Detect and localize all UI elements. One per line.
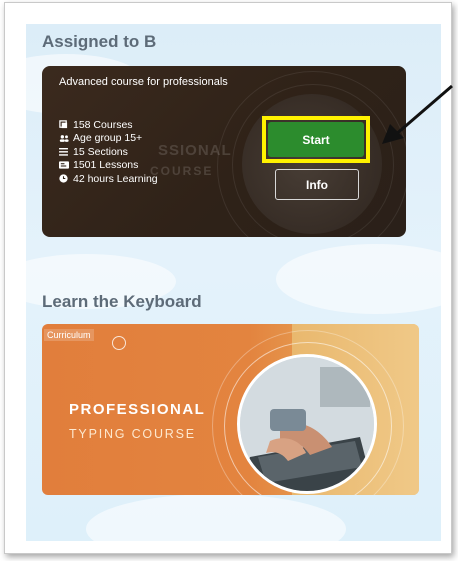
background-subtitle-text: COURSE <box>150 164 214 178</box>
courses-icon <box>59 120 73 129</box>
stat-courses: 158 Courses <box>59 118 158 132</box>
stat-hours: 42 hours Learning <box>59 172 158 186</box>
stat-age-group: Age group 15+ <box>59 132 158 146</box>
stat-label: 15 Sections <box>73 145 128 158</box>
course-title: PROFESSIONAL <box>69 401 206 418</box>
age-group-icon <box>59 134 73 143</box>
stat-sections: 15 Sections <box>59 145 158 159</box>
stat-label: 1501 Lessons <box>73 159 139 172</box>
content-panel: Assigned to B SSIONAL COURSE Advanced co… <box>26 24 441 541</box>
section-heading-keyboard: Learn the Keyboard <box>42 292 202 311</box>
course-subtitle: TYPING COURSE <box>69 427 196 441</box>
stat-lessons: 1501 Lessons <box>59 159 158 173</box>
section-heading-assigned: Assigned to B <box>42 32 157 51</box>
stat-label: 158 Courses <box>73 118 133 131</box>
curriculum-tag: Curriculum <box>44 329 94 341</box>
typing-course-card[interactable]: Curriculum PROFESSIONAL TYPING COURSE <box>42 324 419 495</box>
advanced-course-card[interactable]: SSIONAL COURSE Advanced course for profe… <box>42 66 406 237</box>
background-title-text: SSIONAL <box>158 142 232 159</box>
course-background-image <box>242 94 382 234</box>
start-button[interactable]: Start <box>268 122 364 157</box>
clock-icon <box>59 174 73 183</box>
stat-label: 42 hours Learning <box>73 172 158 185</box>
info-button[interactable]: Info <box>275 169 359 200</box>
course-stats-list: 158 Courses Age group 15+ 15 Sections 15… <box>59 118 158 186</box>
lessons-icon <box>59 161 73 169</box>
background-cloud <box>86 494 346 541</box>
pointer-arrow-icon <box>382 84 453 144</box>
decorative-circle <box>112 336 126 350</box>
background-cloud <box>276 244 441 314</box>
typing-photo <box>237 354 377 494</box>
typing-hands-illustration <box>240 357 374 491</box>
stat-label: Age group 15+ <box>73 132 143 145</box>
course-subtitle: Advanced course for professionals <box>59 76 228 88</box>
sections-icon <box>59 147 73 156</box>
